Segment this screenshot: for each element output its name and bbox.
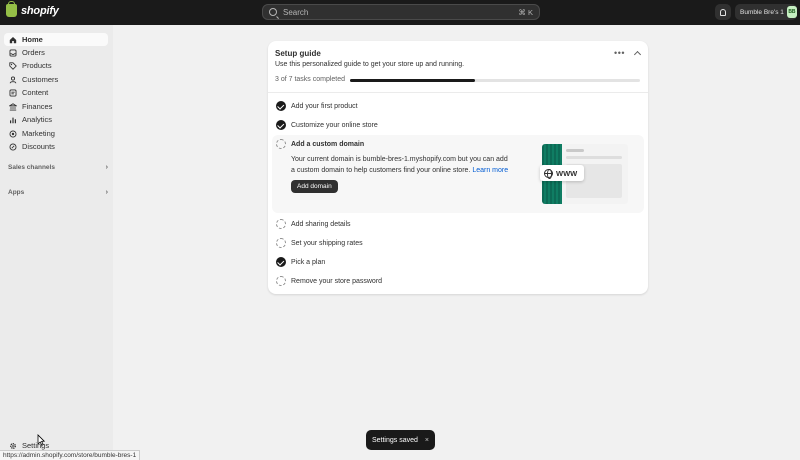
task-add-custom-domain[interactable]: Add a custom domain [276,139,364,149]
setup-guide-title: Setup guide [275,49,321,58]
progress-label: 3 of 7 tasks completed [275,76,346,83]
sidebar-item-content[interactable]: Content [4,86,108,99]
setup-guide-description: Use this personalized guide to get your … [275,61,465,68]
learn-more-link[interactable]: Learn more [472,167,508,174]
status-url: https://admin.shopify.com/store/bumble-b… [0,450,141,460]
bank-icon [9,102,17,110]
task-customize-store[interactable]: Customize your online store [276,118,636,132]
task-set-shipping-rates[interactable]: Set your shipping rates [276,236,636,250]
home-icon [9,36,17,43]
apps-label: Apps [8,189,25,196]
task-pick-a-plan[interactable]: Pick a plan [276,255,636,269]
target-icon [9,130,17,137]
apps-section[interactable]: Apps › [8,189,108,196]
search-shortcut: ⌘ K [518,7,533,17]
task-add-first-product[interactable]: Add your first product [276,99,636,113]
task-description: Your current domain is bumble-bres-1.mys… [291,154,511,176]
task-label: Customize your online store [291,121,378,129]
task-label: Remove your store password [291,277,383,285]
sales-channels-label: Sales channels [8,164,55,171]
settings-label: Settings [22,441,50,450]
gear-icon [10,442,16,449]
dashed-circle-icon [276,219,286,229]
search-icon [269,8,277,16]
dashed-circle-icon [276,139,286,149]
tag-icon [9,61,17,70]
task-add-sharing-details[interactable]: Add sharing details [276,217,636,231]
sidebar-item-orders[interactable]: Orders [4,46,108,59]
shopify-logo[interactable]: shopify [6,1,59,17]
chevron-up-icon[interactable] [633,50,642,59]
notifications-button[interactable] [715,4,731,20]
store-menu-button[interactable]: Bumble Bre's 1 BB [735,4,797,20]
sidebar-item-label: Customers [22,75,59,84]
sidebar-item-discounts[interactable]: Discounts [4,140,108,153]
task-label: Add your first product [291,102,358,110]
sidebar-item-analytics[interactable]: Analytics [4,113,108,126]
search-bar[interactable]: Search ⌘ K [262,4,540,20]
more-actions-icon[interactable]: ••• [614,49,625,58]
toast-message: Settings saved [371,436,418,444]
sidebar-item-label: Home [22,35,43,44]
dashed-circle-icon [276,238,286,248]
sidebar-item-label: Finances [22,102,53,111]
task-label: Add sharing details [291,220,351,228]
top-bar: shopify Search ⌘ K Bumble Bre's 1 BB [0,0,800,25]
mouse-cursor-icon [37,434,45,446]
task-label: Set your shipping rates [291,239,363,247]
content-icon [9,89,17,96]
check-circle-icon [276,120,286,130]
store-avatar: BB [786,6,797,18]
chevron-right-icon: › [105,164,108,171]
sidebar-item-products[interactable]: Products [4,59,108,72]
progress-bar-fill [350,79,475,82]
shopify-bag-icon [6,1,17,17]
www-badge: WWW [540,165,584,181]
store-name: Bumble Bre's 1 [740,8,784,16]
sidebar-item-label: Analytics [22,115,53,124]
sidebar-item-marketing[interactable]: Marketing [4,127,108,140]
task-add-custom-domain-expanded: Add a custom domain Your current domain … [272,135,644,213]
add-domain-button[interactable]: Add domain [291,180,338,193]
sidebar-item-label: Marketing [22,129,55,138]
task-label: Add a custom domain [291,140,365,148]
settings-saved-toast: Settings saved × [366,430,435,450]
sidebar-item-label: Orders [22,48,45,57]
sidebar-item-home[interactable]: Home [4,33,108,46]
bell-icon [720,8,726,16]
check-circle-icon [276,101,286,111]
setup-guide-card: Setup guide ••• Use this personalized gu… [268,41,648,294]
globe-icon [544,168,553,179]
sales-channels-section[interactable]: Sales channels › [8,164,108,171]
chart-icon [10,117,16,123]
check-circle-icon [276,257,286,267]
orders-icon [9,49,17,56]
divider [268,92,648,93]
chevron-right-icon: › [105,189,108,196]
task-remove-store-password[interactable]: Remove your store password [276,274,636,288]
sidebar-item-label: Discounts [22,142,55,151]
domain-illustration: WWW [540,144,628,204]
sidebar-item-label: Content [22,88,49,97]
person-icon [9,76,17,83]
search-placeholder: Search [283,7,309,17]
task-label: Pick a plan [291,258,326,266]
discount-icon [9,143,17,150]
sidebar: Home Orders Products Customers Content F… [0,25,113,460]
sidebar-item-finances[interactable]: Finances [4,100,108,113]
close-icon[interactable]: × [425,437,429,444]
sidebar-item-label: Products [22,61,52,70]
logo-text: shopify [21,4,59,17]
progress-bar [350,79,640,82]
sidebar-item-customers[interactable]: Customers [4,73,108,86]
dashed-circle-icon [276,276,286,286]
www-text: WWW [556,168,578,178]
